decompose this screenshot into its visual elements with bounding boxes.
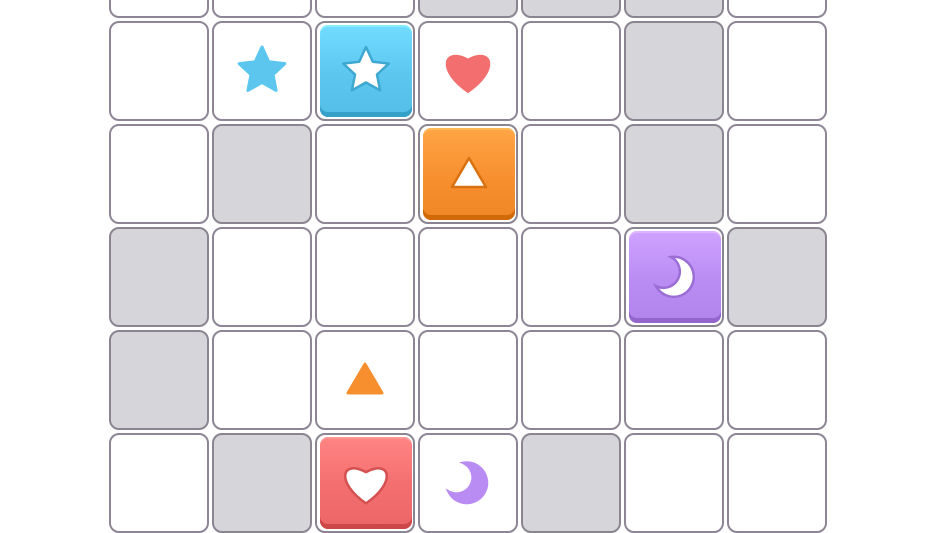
star-target-icon [237,45,287,92]
empty-cell[interactable] [624,330,724,430]
target-cell-moon-purple[interactable] [418,433,518,533]
empty-cell[interactable] [315,0,415,18]
blocked-cell [521,433,621,533]
triangle-shape [450,156,488,189]
empty-cell[interactable] [212,0,312,18]
heart-shape [445,54,491,93]
blocked-cell [109,330,209,430]
movable-tile[interactable] [629,231,721,323]
moon-shape [653,255,695,299]
empty-cell[interactable] [109,124,209,224]
empty-cell[interactable] [418,330,518,430]
puzzle-board [0,0,940,533]
triangle-icon [450,156,488,189]
moon-icon [653,255,695,299]
empty-cell[interactable] [315,124,415,224]
heart-icon [344,467,388,505]
empty-cell[interactable] [521,124,621,224]
empty-cell[interactable] [727,330,827,430]
tile-triangle-orange[interactable] [418,124,518,224]
triangle-target-icon [346,362,384,395]
empty-cell[interactable] [315,227,415,327]
movable-tile[interactable] [423,128,515,220]
triangle-shape [346,362,384,395]
blocked-cell [212,124,312,224]
empty-cell[interactable] [727,433,827,533]
blocked-cell [418,0,518,18]
empty-cell[interactable] [212,227,312,327]
empty-cell[interactable] [727,124,827,224]
blocked-cell [109,227,209,327]
blocked-cell [212,433,312,533]
empty-cell[interactable] [212,330,312,430]
empty-cell[interactable] [521,21,621,121]
empty-cell[interactable] [418,227,518,327]
empty-cell[interactable] [727,0,827,18]
blocked-cell [624,21,724,121]
tile-star-blue[interactable] [315,21,415,121]
blocked-cell [521,0,621,18]
star-shape [237,45,287,92]
target-cell-triangle-orange[interactable] [315,330,415,430]
empty-cell[interactable] [109,433,209,533]
movable-tile[interactable] [320,437,412,529]
empty-cell[interactable] [624,433,724,533]
blocked-cell [727,227,827,327]
star-shape [341,45,391,92]
blocked-cell [624,124,724,224]
moon-shape [445,461,489,505]
moon-target-icon [445,461,489,505]
movable-tile[interactable] [320,25,412,117]
target-cell-star-blue[interactable] [212,21,312,121]
empty-cell[interactable] [109,21,209,121]
empty-cell[interactable] [521,330,621,430]
heart-target-icon [445,54,491,93]
empty-cell[interactable] [727,21,827,121]
heart-shape [344,467,388,505]
empty-cell[interactable] [521,227,621,327]
star-icon [341,45,391,92]
tile-moon-purple[interactable] [624,227,724,327]
blocked-cell [624,0,724,18]
target-cell-heart-red[interactable] [418,21,518,121]
tile-heart-red[interactable] [315,433,415,533]
empty-cell[interactable] [109,0,209,18]
